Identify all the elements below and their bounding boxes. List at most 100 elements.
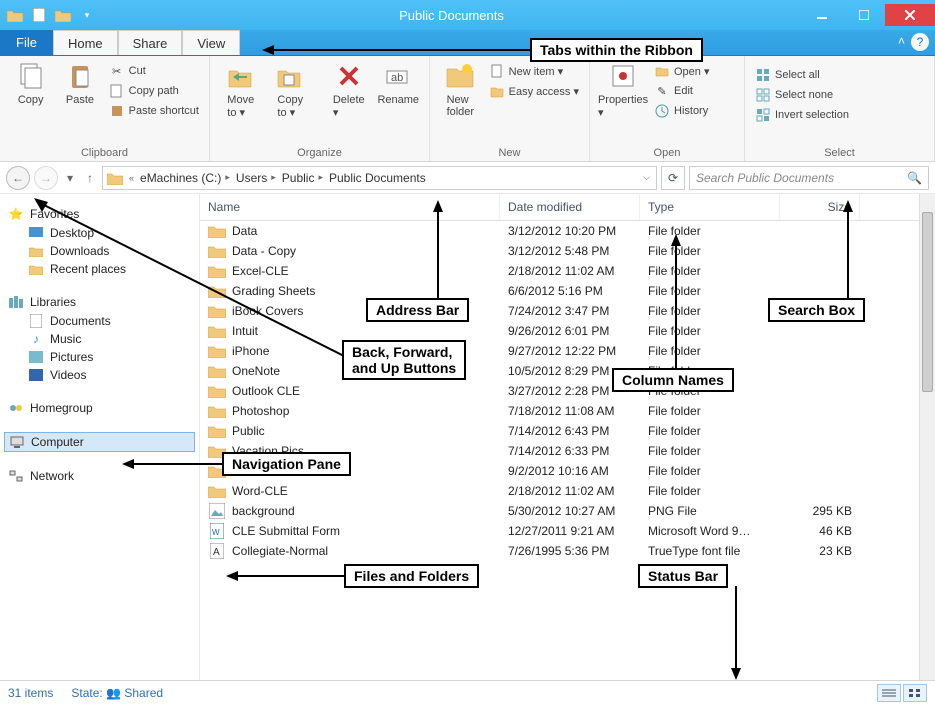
invert-selection-button[interactable]: Invert selection	[753, 106, 851, 124]
callout-navpane: Navigation Pane	[222, 452, 351, 476]
select-all-button[interactable]: Select all	[753, 66, 851, 84]
copy-button[interactable]: Copy	[8, 60, 53, 106]
callout-searchbox: Search Box	[768, 298, 865, 322]
new-item-button[interactable]: New item ▾	[487, 62, 581, 80]
file-row[interactable]: Public7/14/2012 6:43 PMFile folder	[200, 421, 935, 441]
svg-text:W: W	[212, 528, 220, 537]
file-row[interactable]: ACollegiate-Normal7/26/1995 5:36 PMTrueT…	[200, 541, 935, 561]
properties-button[interactable]: Properties ▾	[598, 60, 648, 119]
icons-view-button[interactable]	[903, 684, 927, 702]
address-dropdown-icon[interactable]: ⌵	[641, 172, 652, 183]
home-tab[interactable]: Home	[53, 30, 118, 55]
clipboard-group-label: Clipboard	[8, 145, 201, 159]
file-type: File folder	[640, 462, 780, 480]
easy-access-button[interactable]: Easy access ▾	[487, 82, 581, 100]
svg-text:A: A	[213, 547, 220, 558]
forward-button[interactable]: →	[34, 166, 58, 190]
ribbon: Copy Paste ✂Cut Copy path Paste shortcut…	[0, 56, 935, 162]
col-date[interactable]: Date modified	[500, 194, 640, 220]
cut-button[interactable]: ✂Cut	[107, 62, 201, 80]
close-button[interactable]	[885, 4, 935, 26]
nav-videos[interactable]: Videos	[4, 366, 195, 384]
file-type: File folder	[640, 342, 780, 360]
file-type: File folder	[640, 402, 780, 420]
copy-to-button[interactable]: Copy to ▾	[268, 60, 314, 119]
state-label: State: 👥 Shared	[71, 686, 163, 700]
help-icon[interactable]: ?	[911, 33, 929, 51]
qat-dropdown-icon[interactable]: ▾	[78, 6, 96, 24]
back-button[interactable]: ←	[6, 166, 30, 190]
png-icon	[208, 503, 226, 519]
details-view-button[interactable]	[877, 684, 901, 702]
recent-locations-button[interactable]: ▾	[62, 166, 78, 190]
edit-button[interactable]: ✎Edit	[652, 82, 712, 100]
ttf-icon: A	[208, 543, 226, 559]
file-name: Collegiate-Normal	[232, 544, 328, 558]
nav-homegroup[interactable]: Homegroup	[4, 398, 195, 418]
nav-computer[interactable]: Computer	[4, 432, 195, 452]
callout-colnames: Column Names	[612, 368, 734, 392]
file-tab[interactable]: File	[0, 30, 53, 55]
breadcrumb-seg[interactable]: Public▸	[282, 171, 325, 185]
address-bar[interactable]: « eMachines (C:)▸ Users▸ Public▸ Public …	[102, 166, 657, 190]
file-type: PNG File	[640, 502, 780, 520]
up-button[interactable]: ↑	[82, 166, 98, 190]
file-row[interactable]: WCLE Submittal Form12/27/2011 9:21 AMMic…	[200, 521, 935, 541]
breadcrumb-seg[interactable]: eMachines (C:)▸	[140, 171, 232, 185]
file-size	[780, 429, 860, 433]
breadcrumb-seg[interactable]: Public Documents	[329, 171, 426, 185]
new-folder-button[interactable]: New folder	[438, 60, 483, 118]
title-bar: ▾ Public Documents	[0, 0, 935, 30]
file-row[interactable]: Outlook CLE3/27/2012 2:28 PMFile folder	[200, 381, 935, 401]
folder-icon	[6, 6, 24, 24]
file-row[interactable]: OneNote10/5/2012 8:29 PMFile folder	[200, 361, 935, 381]
file-row[interactable]: Word-CLE2/18/2012 11:02 AMFile folder	[200, 481, 935, 501]
delete-button[interactable]: Delete ▾	[326, 60, 372, 119]
copy-path-button[interactable]: Copy path	[107, 82, 201, 100]
file-name: Word-CLE	[232, 484, 288, 498]
file-name: Photoshop	[232, 404, 289, 418]
address-bar-row: ← → ▾ ↑ « eMachines (C:)▸ Users▸ Public▸…	[0, 162, 935, 194]
rename-button[interactable]: abRename	[376, 60, 422, 106]
paste-shortcut-button[interactable]: Paste shortcut	[107, 102, 201, 120]
file-size	[780, 329, 860, 333]
folder-icon	[208, 423, 226, 439]
select-group-label: Select	[753, 145, 926, 159]
minimize-button[interactable]	[801, 4, 843, 26]
file-type: File folder	[640, 282, 780, 300]
file-date: 7/24/2012 3:47 PM	[500, 302, 640, 320]
open-folder-icon	[54, 6, 72, 24]
paste-button[interactable]: Paste	[57, 60, 102, 106]
minimize-ribbon-icon[interactable]: ˄	[892, 30, 911, 55]
select-none-button[interactable]: Select none	[753, 86, 851, 104]
computer-icon	[9, 434, 25, 450]
file-name: Outlook CLE	[232, 384, 300, 398]
move-to-button[interactable]: Move to ▾	[218, 60, 264, 119]
organize-group-label: Organize	[218, 145, 421, 159]
share-tab[interactable]: Share	[118, 30, 183, 55]
drive-icon	[107, 171, 123, 185]
breadcrumb-seg[interactable]: Users▸	[236, 171, 278, 185]
file-size	[780, 349, 860, 353]
file-row[interactable]: Photoshop7/18/2012 11:08 AMFile folder	[200, 401, 935, 421]
open-button[interactable]: Open ▾	[652, 62, 712, 80]
file-size	[780, 409, 860, 413]
maximize-button[interactable]	[843, 4, 885, 26]
folder-icon	[208, 363, 226, 379]
file-date: 9/27/2012 12:22 PM	[500, 342, 640, 360]
svg-text:ab: ab	[391, 72, 403, 84]
file-name: CLE Submittal Form	[232, 524, 340, 538]
file-row[interactable]: background5/30/2012 10:27 AMPNG File295 …	[200, 501, 935, 521]
search-box[interactable]: Search Public Documents 🔍	[689, 166, 929, 190]
refresh-button[interactable]: ⟳	[661, 166, 685, 190]
file-size: 23 KB	[780, 542, 860, 560]
view-tab[interactable]: View	[182, 30, 240, 55]
file-date: 3/12/2012 10:20 PM	[500, 222, 640, 240]
history-button[interactable]: History	[652, 102, 712, 120]
scrollbar-thumb[interactable]	[922, 212, 933, 392]
folder-icon	[208, 483, 226, 499]
scrollbar[interactable]	[919, 194, 935, 680]
file-date: 7/26/1995 5:36 PM	[500, 542, 640, 560]
file-type: File folder	[640, 442, 780, 460]
col-type[interactable]: Type	[640, 194, 780, 220]
